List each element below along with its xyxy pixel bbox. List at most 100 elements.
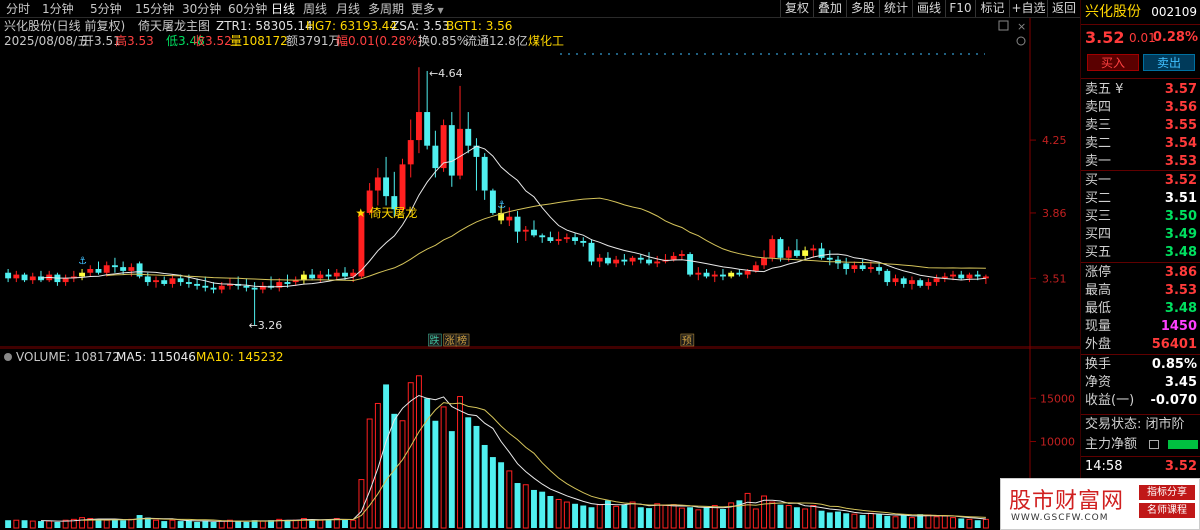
- candle: [448, 112, 455, 187]
- volume-bar: [572, 503, 579, 528]
- ask-level-3[interactable]: 卖三 3.55: [1081, 117, 1200, 135]
- stat-4[interactable]: 外盘 56401: [1081, 336, 1200, 354]
- volume-bar: [5, 520, 12, 528]
- volume-menu-icon[interactable]: [4, 353, 12, 361]
- tab-timeframe-1[interactable]: 1分钟: [42, 1, 74, 17]
- flow-toggle-icon[interactable]: [1149, 440, 1159, 449]
- tab-timeframe-3[interactable]: 15分钟: [135, 1, 174, 17]
- toolbar-button-6[interactable]: 标记: [975, 0, 1009, 17]
- stat-3[interactable]: 现量 1450: [1081, 318, 1200, 336]
- fin-0-label: 换手: [1085, 357, 1112, 372]
- tab-timeframe-10[interactable]: 更多 ▼: [411, 1, 444, 17]
- candle: [678, 250, 685, 260]
- watermark-tag2: 名师课程: [1139, 503, 1195, 518]
- ask-level-5[interactable]: 卖五 ¥ 3.57: [1081, 81, 1200, 99]
- candle: [268, 276, 274, 290]
- fin-1[interactable]: 净资 3.45: [1081, 374, 1200, 392]
- candle: [982, 274, 989, 284]
- volume-bar: [498, 462, 505, 528]
- bid-level-2[interactable]: 买二 3.51: [1081, 190, 1200, 208]
- hg7-value: HG7: 63193.44: [306, 19, 397, 33]
- buy-button[interactable]: 买入: [1087, 54, 1139, 71]
- toolbar-button-1[interactable]: 叠加: [813, 0, 846, 17]
- toolbar-button-2[interactable]: 多股: [846, 0, 879, 17]
- volume-chart-svg[interactable]: 15000100005000 VOLUME: 108172 MA5: 11504…: [0, 347, 1080, 530]
- volume-bar: [284, 520, 291, 528]
- tab-timeframe-5[interactable]: 60分钟: [228, 1, 267, 17]
- main-flow-row[interactable]: 主力净额: [1081, 436, 1200, 454]
- volume-bar: [580, 505, 587, 528]
- volume-bar: [802, 508, 809, 529]
- volume-bar: [843, 513, 850, 528]
- volume-bar: [629, 501, 636, 529]
- tab-timeframe-0[interactable]: 分时: [6, 1, 30, 17]
- candle: [662, 254, 669, 264]
- fin-2-value: -0.070: [1150, 393, 1197, 408]
- volume-bar: [654, 503, 661, 529]
- ask-level-2[interactable]: 卖二 3.54: [1081, 135, 1200, 153]
- price-chart-svg[interactable]: 4.25 3.86 3.51 兴化股份(日线 前复权) 倚天屠龙主图 ZTR1: 5…: [0, 18, 1080, 348]
- volume-bar: [695, 509, 702, 529]
- price-change: 0.01: [1129, 31, 1156, 45]
- main-price-chart[interactable]: 4.25 3.86 3.51 兴化股份(日线 前复权) 倚天屠龙主图 ZTR1: 5…: [0, 18, 1080, 348]
- bid-level-5[interactable]: 买五 3.48: [1081, 244, 1200, 262]
- bid-level-5-value: 3.48: [1164, 245, 1197, 260]
- volume-bar: [38, 521, 44, 528]
- event-tag-2[interactable]: 榜: [457, 334, 467, 347]
- volume-bar: [358, 479, 365, 529]
- toolbar-button-7[interactable]: +自选: [1009, 0, 1047, 17]
- volume-chart[interactable]: 15000100005000 VOLUME: 108172 MA5: 11504…: [0, 347, 1080, 530]
- candle: [720, 269, 726, 281]
- bid-level-3[interactable]: 买三 3.50: [1081, 208, 1200, 226]
- volume-bar: [769, 501, 776, 529]
- sell-button[interactable]: 卖出: [1143, 54, 1195, 71]
- volume-bar: [13, 519, 20, 529]
- volume-bar: [161, 521, 168, 528]
- tab-timeframe-4[interactable]: 30分钟: [182, 1, 221, 17]
- tab-timeframe-7[interactable]: 周线: [303, 1, 327, 17]
- stat-2[interactable]: 最低 3.48: [1081, 300, 1200, 318]
- tab-timeframe-8[interactable]: 月线: [336, 1, 360, 17]
- signal-star-icon: ★: [355, 206, 366, 220]
- event-tag-3[interactable]: 预: [682, 335, 692, 347]
- candle: [514, 211, 521, 243]
- volume-bar: [662, 505, 669, 529]
- stat-0[interactable]: 涨停 3.86: [1081, 264, 1200, 282]
- toolbar-button-5[interactable]: F10: [945, 0, 975, 17]
- tab-timeframe-2[interactable]: 5分钟: [90, 1, 122, 17]
- close-icon[interactable]: ×: [1017, 20, 1026, 33]
- ask-level-3-label: 卖三: [1085, 118, 1112, 133]
- settings-icon[interactable]: [1016, 36, 1026, 46]
- volume-bar: [432, 420, 439, 528]
- tab-timeframe-6[interactable]: 日线: [271, 1, 295, 17]
- bid-level-4[interactable]: 买四 3.49: [1081, 226, 1200, 244]
- toolbar-button-3[interactable]: 统计: [879, 0, 912, 17]
- candle: [169, 274, 176, 288]
- volume-bar: [457, 396, 463, 529]
- volume-bar: [366, 418, 373, 529]
- event-tag-1[interactable]: 涨: [445, 335, 455, 347]
- fin-2[interactable]: 收益(一) -0.070: [1081, 392, 1200, 410]
- bid-level-1[interactable]: 买一 3.52: [1081, 172, 1200, 190]
- volume-bar: [29, 520, 36, 529]
- candle: [728, 270, 735, 279]
- volume-bar: [826, 512, 833, 528]
- restore-icon[interactable]: [998, 20, 1009, 31]
- volume-bar: [744, 492, 751, 529]
- fin-0[interactable]: 换手 0.85%: [1081, 356, 1200, 374]
- toolbar-button-4[interactable]: 画线: [912, 0, 945, 17]
- candle: [46, 270, 53, 283]
- stat-1[interactable]: 最高 3.53: [1081, 282, 1200, 300]
- toolbar-button-0[interactable]: 复权: [780, 0, 813, 17]
- volume-bar: [317, 519, 324, 529]
- ask-level-1[interactable]: 卖一 3.53: [1081, 153, 1200, 171]
- tab-timeframe-9[interactable]: 多周期: [368, 1, 404, 17]
- candle: [687, 252, 694, 277]
- ask-level-4[interactable]: 卖四 3.56: [1081, 99, 1200, 117]
- toolbar-button-8[interactable]: 返回: [1047, 0, 1080, 17]
- zsa-value: ZSA: 3.53: [391, 19, 450, 33]
- volume-axis-label-1: 10000: [1040, 436, 1075, 449]
- candle: [522, 226, 529, 241]
- ask-level-2-value: 3.54: [1164, 136, 1197, 151]
- event-tag-0[interactable]: 跌: [429, 334, 439, 347]
